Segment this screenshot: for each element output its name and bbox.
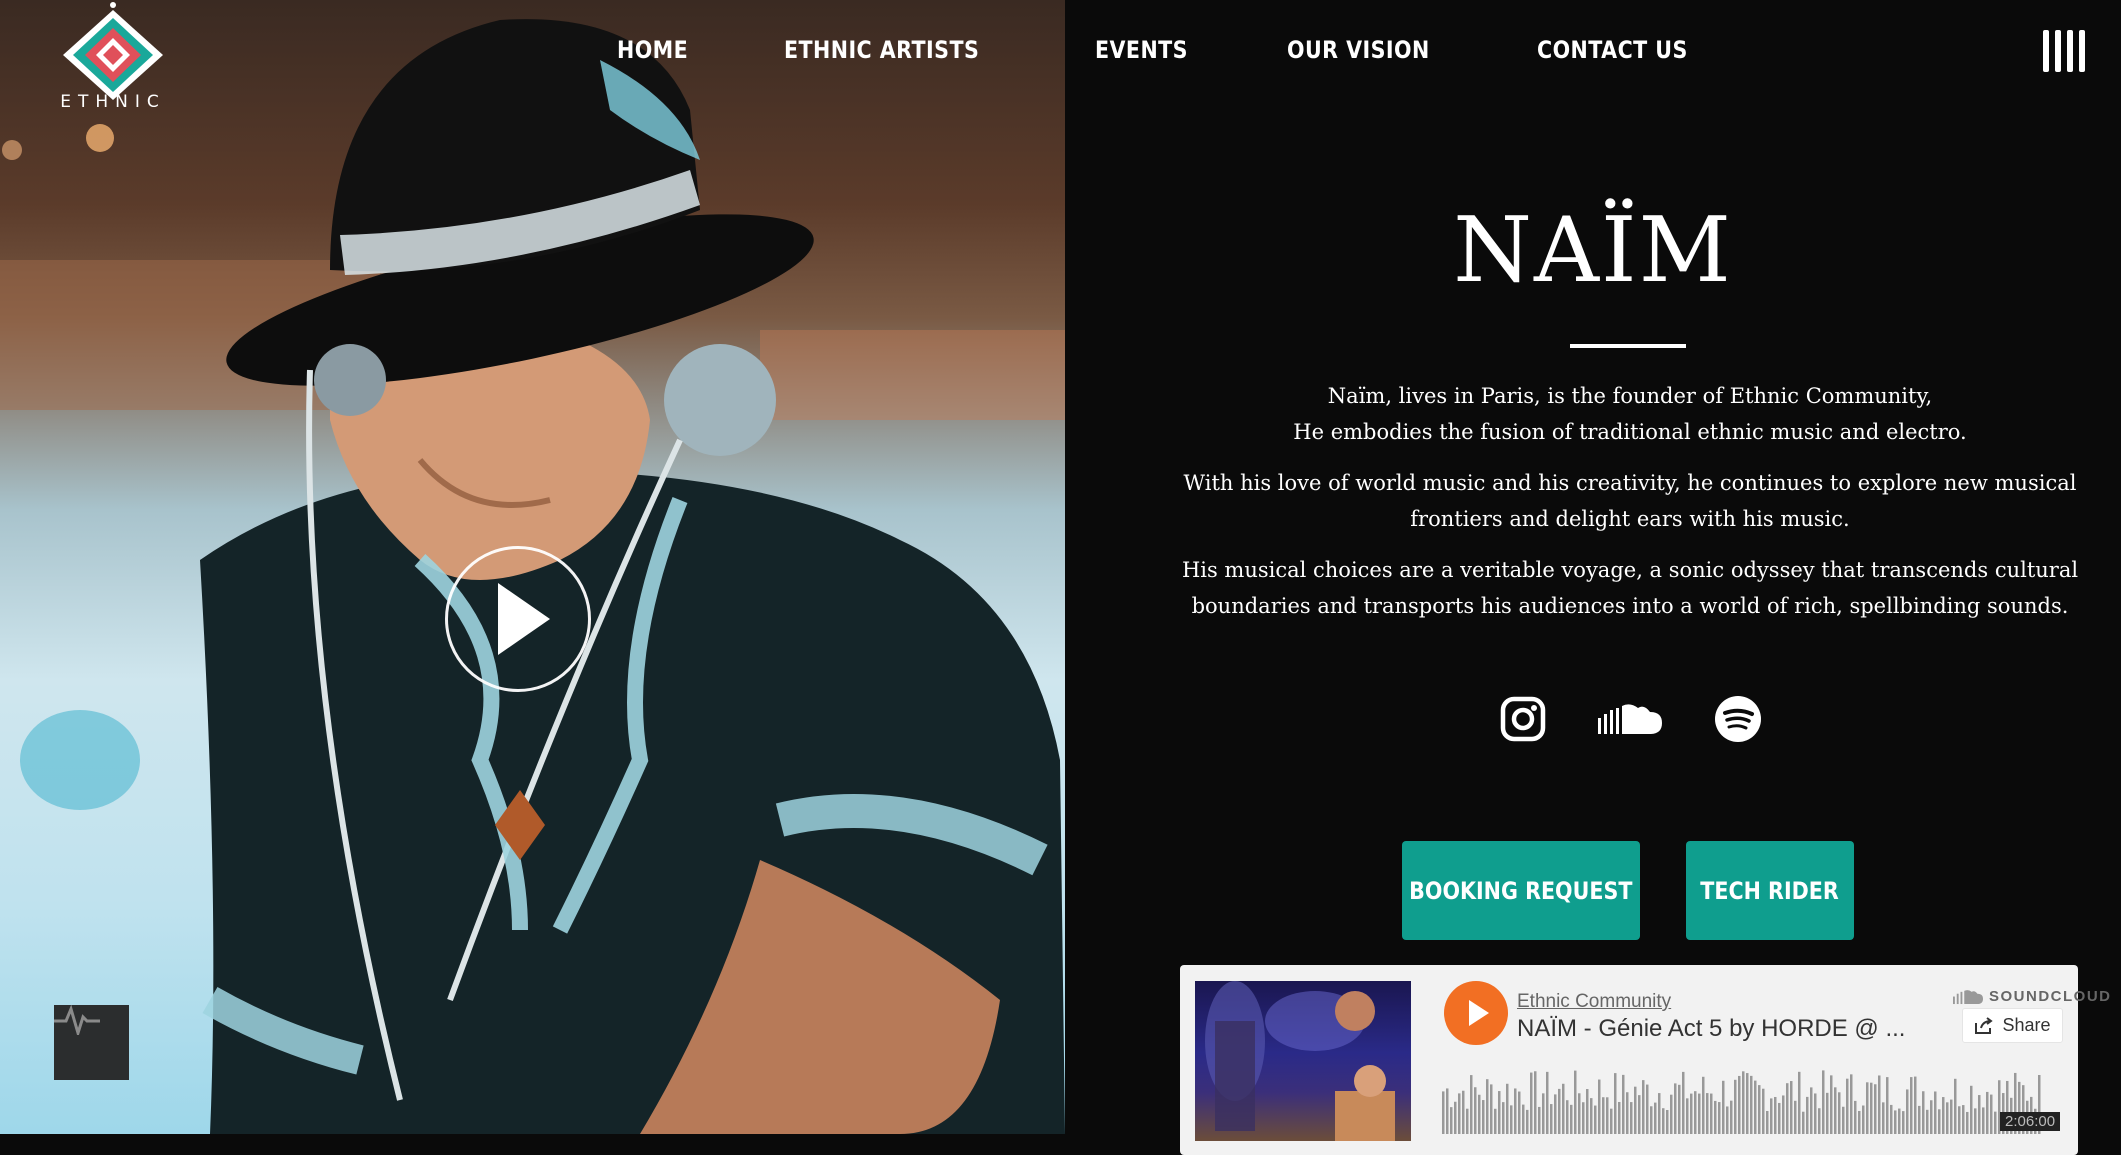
bio-paragraph-1: Naïm, lives in Paris, is the founder of … <box>1180 378 2080 450</box>
pulse-icon <box>54 1005 100 1035</box>
play-icon <box>1468 1000 1489 1026</box>
instagram-icon[interactable] <box>1500 696 1546 747</box>
track-artwork[interactable] <box>1195 981 1411 1141</box>
booking-request-button[interactable]: BOOKING REQUEST <box>1402 841 1640 940</box>
waveform[interactable] <box>1442 1070 2062 1134</box>
nav-item-events[interactable]: EVENTS <box>1095 36 1188 64</box>
spotify-icon[interactable] <box>1714 695 1762 748</box>
menu-icon[interactable] <box>2043 30 2085 72</box>
track-duration: 2:06:00 <box>2000 1112 2061 1131</box>
soundcloud-brand-label: SOUNDCLOUD <box>1989 988 2112 1005</box>
player-play-button[interactable] <box>1444 981 1508 1045</box>
bio-line: He embodies the fusion of traditional et… <box>1293 420 1967 444</box>
tech-rider-button[interactable]: TECH RIDER <box>1686 841 1854 940</box>
video-play-button[interactable] <box>445 546 591 692</box>
artist-bio: Naïm, lives in Paris, is the founder of … <box>1180 378 2080 639</box>
tech-rider-label: TECH RIDER <box>1700 876 1840 905</box>
nav-item-home[interactable]: HOME <box>617 36 688 64</box>
nav-item-ethnic-artists[interactable]: ETHNIC ARTISTS <box>784 36 979 64</box>
nav-item-our-vision[interactable]: OUR VISION <box>1287 36 1430 64</box>
share-button[interactable]: Share <box>1962 1008 2063 1043</box>
artist-name: NAÏM <box>1453 198 1733 303</box>
bio-line: Naïm, lives in Paris, is the founder of … <box>1327 384 1933 408</box>
bio-paragraph-2: With his love of world music and his cre… <box>1183 471 2077 531</box>
soundcloud-brand[interactable]: SOUNDCLOUD <box>1953 988 2112 1005</box>
player-artist-link[interactable]: Ethnic Community <box>1517 991 1671 1013</box>
share-icon <box>1975 1016 1994 1034</box>
artist-photo <box>0 0 1065 1134</box>
logo-wordmark: ETHNIC <box>60 92 166 112</box>
main-nav: HOME ETHNIC ARTISTS EVENTS OUR VISION CO… <box>617 36 1712 64</box>
soundcloud-logo-icon <box>1953 989 1983 1004</box>
social-links <box>1500 695 1762 748</box>
soundcloud-icon[interactable] <box>1598 702 1662 741</box>
title-divider <box>1570 344 1686 348</box>
booking-request-label: BOOKING REQUEST <box>1409 876 1633 905</box>
play-icon <box>498 583 550 655</box>
nav-item-contact-us[interactable]: CONTACT US <box>1537 36 1688 64</box>
player-track-title[interactable]: NAÏM - Génie Act 5 by HORDE @ ... <box>1517 1015 1905 1043</box>
share-label: Share <box>2002 1015 2051 1035</box>
activity-widget-button[interactable] <box>54 1005 129 1080</box>
bio-paragraph-3: His musical choices are a veritable voya… <box>1181 558 2079 618</box>
